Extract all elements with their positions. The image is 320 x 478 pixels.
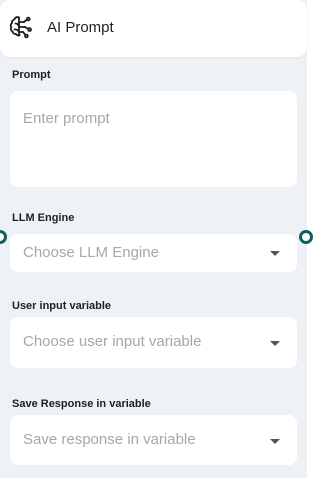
- prompt-textarea[interactable]: Enter prompt: [10, 91, 297, 187]
- save-response-label: Save Response in variable: [12, 398, 151, 410]
- user-input-variable-label: User input variable: [12, 300, 112, 312]
- save-response-select[interactable]: Save response in variable: [10, 415, 297, 465]
- node-title: AI Prompt: [47, 19, 114, 36]
- user-input-variable-placeholder: Choose user input variable: [23, 333, 202, 350]
- llm-engine-select[interactable]: Choose LLM Engine: [10, 234, 297, 272]
- ai-prompt-node: AI Prompt Prompt Enter prompt LLM Engine…: [0, 0, 313, 478]
- brain-icon: [8, 14, 34, 40]
- node-header[interactable]: AI Prompt: [0, 0, 307, 57]
- chevron-down-icon: [270, 439, 280, 444]
- llm-engine-placeholder: Choose LLM Engine: [23, 244, 159, 261]
- prompt-placeholder: Enter prompt: [23, 110, 110, 127]
- input-connection-handle[interactable]: [0, 230, 7, 244]
- output-connection-handle[interactable]: [299, 230, 313, 244]
- chevron-down-icon: [270, 251, 280, 256]
- llm-engine-label: LLM Engine: [12, 212, 75, 224]
- chevron-down-icon: [270, 341, 280, 346]
- prompt-label: Prompt: [12, 69, 51, 81]
- user-input-variable-select[interactable]: Choose user input variable: [10, 317, 297, 368]
- save-response-placeholder: Save response in variable: [23, 431, 196, 448]
